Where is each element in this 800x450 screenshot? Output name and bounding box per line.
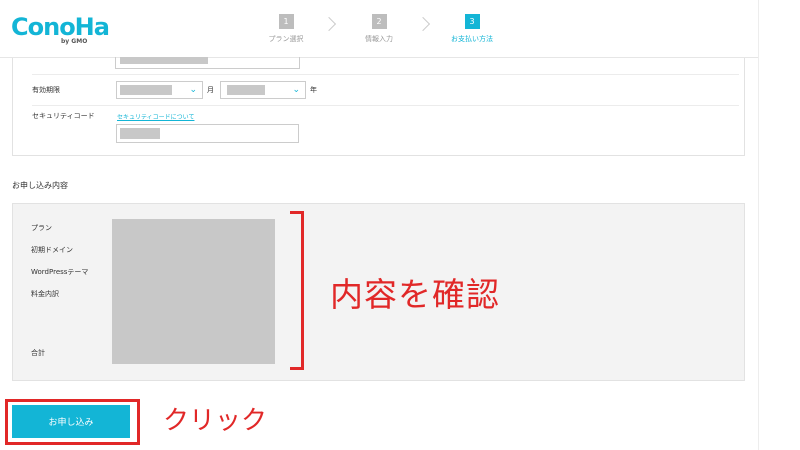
step-label: お支払い方法 — [451, 35, 493, 43]
page-edge — [758, 0, 759, 450]
summary-label-plan: プラン — [31, 224, 52, 232]
masked-value — [120, 85, 172, 95]
step-number: 1 — [278, 14, 294, 29]
annotation-confirm-text: 内容を確認 — [330, 275, 500, 314]
security-code-help-link[interactable]: セキュリティコードについて — [117, 112, 194, 121]
chevron-down-icon: ⌄ — [189, 85, 197, 95]
step-payment-method: 3 お支払い方法 — [432, 14, 512, 44]
security-code-input[interactable] — [116, 124, 299, 143]
expiry-label: 有効期限 — [32, 86, 60, 94]
expiry-year-select[interactable]: ⌄ — [220, 81, 306, 99]
masked-value — [227, 85, 265, 95]
masked-value — [120, 128, 160, 139]
summary-label-domain: 初期ドメイン — [31, 246, 73, 254]
divider — [32, 105, 739, 106]
expiry-month-select[interactable]: ⌄ — [116, 81, 203, 99]
card-number-field[interactable] — [115, 57, 300, 69]
summary-label-total: 合計 — [31, 349, 45, 357]
logo-text: ConoHa — [11, 13, 110, 41]
step-plan-select: 1 プラン選択 — [246, 14, 326, 44]
security-code-label: セキュリティコード — [32, 112, 95, 120]
summary-title: お申し込み内容 — [12, 181, 68, 190]
step-number: 3 — [464, 14, 480, 29]
masked-value — [120, 57, 208, 64]
step-label: プラン選択 — [268, 35, 304, 43]
summary-label-price: 料金内訳 — [31, 290, 59, 298]
month-suffix: 月 — [207, 86, 214, 94]
annotation-click-text: クリック — [163, 406, 268, 436]
step-label: 情報入力 — [365, 35, 393, 43]
step-info-input: 2 情報入力 — [339, 14, 419, 44]
page-header: ConoHa by GMO 1 プラン選択 2 情報入力 3 お支払い方法 — [0, 0, 758, 58]
annotation-bracket — [290, 211, 304, 370]
year-suffix: 年 — [310, 86, 317, 94]
divider — [32, 74, 739, 75]
step-number: 2 — [371, 14, 387, 29]
chevron-down-icon: ⌄ — [292, 85, 300, 95]
payment-card: 有効期限 ⌄ 月 ⌄ 年 セキュリティコード セキュリティコードについて — [12, 57, 745, 156]
masked-summary-values — [112, 219, 275, 364]
annotation-frame — [5, 399, 140, 445]
logo-sub: by GMO — [61, 38, 88, 45]
conoha-logo[interactable]: ConoHa by GMO — [11, 13, 110, 45]
summary-label-theme: WordPressテーマ — [31, 268, 89, 276]
